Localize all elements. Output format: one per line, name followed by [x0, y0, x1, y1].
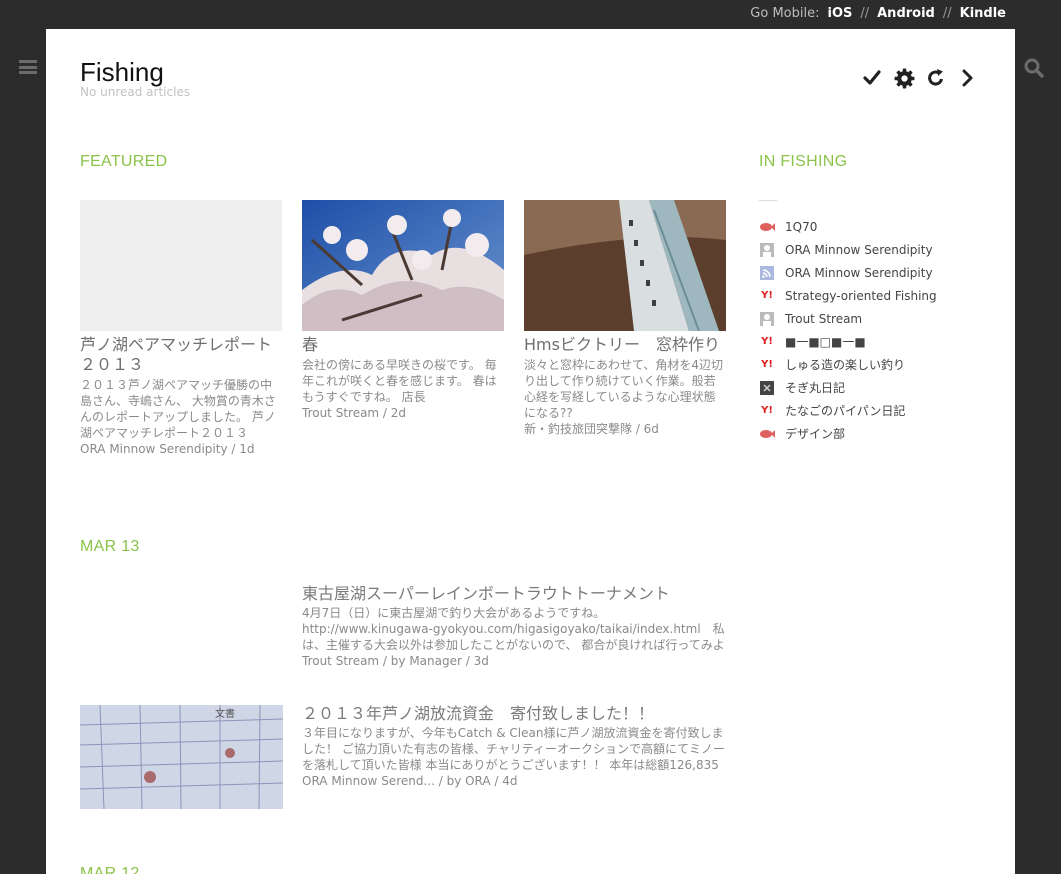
yahoo-icon: Y!	[761, 405, 773, 416]
refresh-icon[interactable]	[925, 67, 947, 89]
reader-panel: Fishing No unread articles FEATURED 芦ノ湖ペ…	[46, 29, 1015, 874]
featured-card[interactable]: 芦ノ湖ペアマッチレポート２０１３ ２０１３芦ノ湖ペアマッチ優勝の中島さん、寺嶋さ…	[80, 200, 282, 457]
feed-label: ■一■□■一■	[785, 335, 866, 349]
article-meta: Trout Stream / by Manager / 3d	[302, 654, 489, 668]
feed-label: そぎ丸日記	[785, 381, 846, 395]
featured-heading: FEATURED	[80, 153, 168, 170]
article-title[interactable]: ２０１３年芦ノ湖放流資金 寄付致しました！！	[302, 703, 728, 725]
unread-status: No unread articles	[80, 85, 191, 99]
feed-item[interactable]: Y! ■一■□■一■	[759, 330, 989, 353]
article-thumbnail	[524, 200, 726, 331]
article-title[interactable]: 芦ノ湖ペアマッチレポート２０１３	[80, 335, 282, 375]
go-mobile-label: Go Mobile:	[750, 5, 820, 21]
article-meta: ORA Minnow Serend... / by ORA / 4d	[302, 774, 518, 788]
android-link[interactable]: Android	[877, 6, 935, 21]
chevron-right-icon[interactable]	[957, 67, 979, 89]
feed-item[interactable]: Y! しゅる造の楽しい釣り	[759, 353, 989, 376]
featured-card[interactable]: 春 会社の傍にある早咲きの桜です。 毎年これが咲くと春を感じます。 春はもうすぐ…	[302, 200, 504, 421]
separator: //	[860, 5, 870, 21]
feed-label: ORA Minnow Serendipity	[785, 242, 933, 257]
default-feed-icon	[759, 311, 775, 327]
toolbar	[861, 67, 979, 89]
feed-item[interactable]: そぎ丸日記	[759, 376, 989, 399]
article-meta: 新・釣技旅団突撃隊 / 6d	[524, 422, 659, 436]
menu-icon[interactable]	[19, 60, 37, 74]
check-icon[interactable]	[861, 67, 883, 89]
feed-item[interactable]: 1Q70	[759, 215, 989, 238]
feed-label: Strategy-oriented Fishing	[785, 288, 937, 303]
feed-list: 1Q70 ORA Minnow Serendipity ORA Minnow S…	[759, 200, 989, 445]
search-icon[interactable]	[1024, 58, 1044, 78]
default-feed-icon	[759, 242, 775, 258]
article-title[interactable]: 東古屋湖スーパーレインボートラウトトーナメント	[302, 583, 728, 605]
article-meta: ORA Minnow Serendipity / 1d	[80, 442, 255, 456]
article-entry[interactable]: 東古屋湖スーパーレインボートラウトトーナメント 4月7日（日）に東古屋湖で釣り大…	[302, 583, 728, 669]
x-feed-icon	[759, 380, 775, 396]
feed-label: Trout Stream	[785, 311, 863, 326]
feed-item[interactable]: ORA Minnow Serendipity	[759, 238, 989, 261]
article-snippet: 4月7日（日）に東古屋湖で釣り大会があるようですね。 http://www.ki…	[302, 606, 725, 652]
article-meta: Trout Stream / 2d	[302, 406, 407, 420]
svg-text:文書: 文書	[215, 707, 235, 720]
feed-label: デザイン部	[785, 427, 846, 441]
featured-card[interactable]: Hmsビクトリー 窓枠作り 淡々と窓枠にあわせて、角材を4辺切り出して作り続けて…	[524, 200, 726, 437]
rss-icon	[759, 265, 775, 281]
feed-label: たなごのパイパン日記	[785, 404, 906, 418]
yahoo-icon: Y!	[761, 336, 773, 347]
feed-item[interactable]: ORA Minnow Serendipity	[759, 261, 989, 284]
separator: //	[942, 5, 952, 21]
article-snippet: 淡々と窓枠にあわせて、角材を4辺切り出して作り続けていく作業。般若心経を写経して…	[524, 358, 724, 420]
article-thumbnail[interactable]: 文書	[80, 705, 283, 809]
gear-icon[interactable]	[893, 67, 915, 89]
yahoo-icon: Y!	[761, 290, 773, 301]
go-mobile-bar: Go Mobile: iOS // Android // Kindle	[750, 0, 1006, 26]
feed-item[interactable]: Y! Strategy-oriented Fishing	[759, 284, 989, 307]
fish-icon	[759, 426, 775, 442]
article-title[interactable]: 春	[302, 335, 504, 355]
feed-label: 1Q70	[785, 219, 818, 234]
yahoo-icon: Y!	[761, 359, 773, 370]
fish-icon	[759, 219, 775, 235]
feed-item[interactable]: Y! たなごのパイパン日記	[759, 399, 989, 422]
feed-label: しゅる造の楽しい釣り	[785, 358, 906, 372]
article-thumbnail	[302, 200, 504, 331]
article-thumbnail	[80, 200, 282, 331]
feed-label: ORA Minnow Serendipity	[785, 265, 933, 280]
feed-item[interactable]: デザイン部	[759, 422, 989, 445]
article-title[interactable]: Hmsビクトリー 窓枠作り	[524, 335, 726, 355]
article-entry[interactable]: ２０１３年芦ノ湖放流資金 寄付致しました！！ ３年目になりますが、今年もCatc…	[302, 703, 728, 789]
ios-link[interactable]: iOS	[827, 6, 852, 21]
date-heading: MAR 12	[80, 865, 140, 874]
article-snippet: 会社の傍にある早咲きの桜です。 毎年これが咲くと春を感じます。 春はもうすぐです…	[302, 358, 497, 404]
divider	[759, 200, 777, 201]
article-snippet: ３年目になりますが、今年もCatch & Clean様に芦ノ湖放流資金を寄付致し…	[302, 726, 725, 772]
date-heading: MAR 13	[80, 538, 140, 555]
article-snippet: ２０１３芦ノ湖ペアマッチ優勝の中島さん、寺嶋さん、 大物賞の青木さんのレポートア…	[80, 378, 276, 440]
page-title: Fishing	[80, 57, 164, 87]
in-fishing-heading: IN FISHING	[759, 153, 848, 170]
kindle-link[interactable]: Kindle	[960, 6, 1006, 21]
feed-item[interactable]: Trout Stream	[759, 307, 989, 330]
